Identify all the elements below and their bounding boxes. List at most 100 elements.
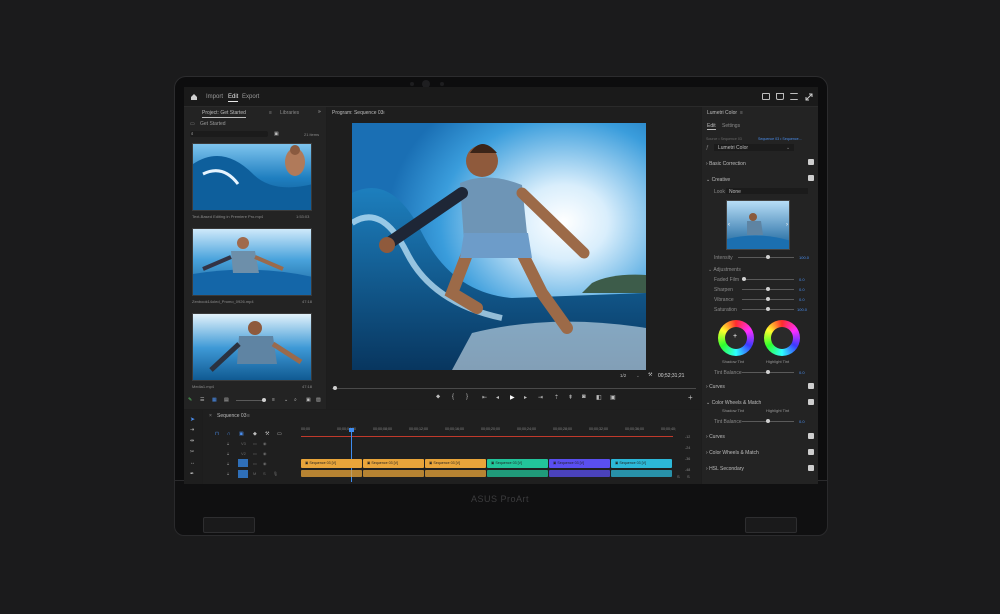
search-input[interactable] xyxy=(190,131,268,137)
program-scrubber[interactable] xyxy=(332,388,696,389)
mark-out-icon[interactable]: } xyxy=(466,394,468,400)
color-wheels-header-2[interactable]: › Color Wheels & Match xyxy=(706,450,759,456)
tab-project[interactable]: Project: Get Started xyxy=(202,110,246,118)
video-clip[interactable]: ▣ Sequence 03 [V] xyxy=(611,459,672,468)
sync-lock-icon[interactable]: ▭ xyxy=(253,451,257,456)
ripple-edit-icon[interactable]: ⇹ xyxy=(190,438,194,444)
mute-icon[interactable]: M xyxy=(253,471,256,476)
sequence-menu-icon[interactable]: ≡ xyxy=(247,413,250,419)
marker-icon[interactable]: ⬥ xyxy=(436,394,440,401)
expand-icon[interactable]: » xyxy=(318,109,321,115)
track-a1-target[interactable] xyxy=(238,470,248,478)
tab-project-menu-icon[interactable]: ≡ xyxy=(269,110,272,116)
video-clip[interactable]: ▣ Sequence 03 [V] xyxy=(487,459,548,468)
automate-icon[interactable]: ⌄ xyxy=(284,397,288,403)
lumetri-menu-icon[interactable]: ≡ xyxy=(740,110,743,116)
pen-icon[interactable]: ✎ xyxy=(188,397,192,403)
solo-icon[interactable]: S xyxy=(263,471,266,476)
basic-correction-checkbox[interactable] xyxy=(808,159,814,165)
color-wheels-checkbox-2[interactable] xyxy=(808,449,814,455)
tint-balance-value-2[interactable]: 0.0 xyxy=(799,419,805,424)
sharpen-value[interactable]: 0.0 xyxy=(799,287,805,292)
solo-meter-icon[interactable]: S xyxy=(687,474,690,479)
intensity-knob[interactable] xyxy=(766,255,770,259)
program-menu-icon[interactable]: ≡ xyxy=(382,110,385,116)
lift-icon[interactable]: ⇡ xyxy=(554,394,559,401)
sync-lock-icon[interactable]: ▭ xyxy=(253,441,257,446)
lock-icon[interactable]: 🔒︎ xyxy=(227,441,229,446)
solo-meter-icon[interactable]: S xyxy=(677,474,680,479)
selection-tool-icon[interactable]: ➤ xyxy=(190,416,195,423)
track-v3-target[interactable]: V3 xyxy=(241,441,246,446)
saturation-value[interactable]: 100.0 xyxy=(797,307,807,312)
eye-icon[interactable]: ◉ xyxy=(263,451,267,456)
nav-export[interactable]: Export xyxy=(242,94,259,100)
playhead-handle[interactable] xyxy=(349,428,354,432)
hsl-secondary-checkbox[interactable] xyxy=(808,465,814,471)
shadow-tint-wheel[interactable]: + xyxy=(718,320,754,356)
hsl-secondary-header[interactable]: › HSL Secondary xyxy=(706,466,744,472)
faded-film-value[interactable]: 0.0 xyxy=(799,277,805,282)
clip-thumbnail-1[interactable] xyxy=(192,143,312,211)
faded-film-knob[interactable] xyxy=(742,277,746,281)
lock-icon[interactable]: 🔒︎ xyxy=(227,471,229,476)
clip-thumbnail-2[interactable] xyxy=(192,228,312,296)
look-next-icon[interactable]: › xyxy=(786,222,788,228)
fullscreen-icon[interactable] xyxy=(805,93,813,101)
go-to-in-icon[interactable]: ⇤ xyxy=(482,394,487,401)
snap-icon[interactable]: ⊓ xyxy=(215,431,219,437)
pen-tool-icon[interactable]: ✒ xyxy=(190,471,194,477)
adjustments-header[interactable]: ⌄ Adjustments xyxy=(708,267,741,273)
lumetri-target[interactable]: Sequence 03 • Sequence... xyxy=(758,137,802,141)
share-icon[interactable] xyxy=(776,93,784,100)
creative-header[interactable]: ⌄ Creative xyxy=(706,177,730,183)
time-ruler[interactable]: 00;00 00;00;04;00 00;00;08;00 00;00;12;00 00… xyxy=(301,427,676,435)
video-clip[interactable]: ▣ Sequence 03 [V] xyxy=(549,459,610,468)
intensity-value[interactable]: 100.0 xyxy=(799,255,809,260)
sequence-tab[interactable]: Sequence 03 xyxy=(217,413,246,419)
sync-lock-icon[interactable]: ▭ xyxy=(253,461,257,466)
eye-icon[interactable]: ◉ xyxy=(263,461,267,466)
extract-icon[interactable]: ⇞ xyxy=(568,394,573,401)
nav-import[interactable]: Import xyxy=(206,94,223,100)
highlight-tint-wheel[interactable] xyxy=(764,320,800,356)
razor-icon[interactable]: ✂ xyxy=(190,449,194,455)
audio-clip[interactable] xyxy=(487,470,548,477)
program-video-frame[interactable] xyxy=(352,123,646,370)
linked-selection-icon[interactable]: ∩ xyxy=(227,431,231,437)
curves-header-2[interactable]: › Curves xyxy=(706,434,725,440)
color-wheels-header[interactable]: ⌄ Color Wheels & Match xyxy=(706,400,761,406)
curves-header[interactable]: › Curves xyxy=(706,384,725,390)
track-v2-target[interactable]: V2 xyxy=(241,451,246,456)
audio-clip[interactable] xyxy=(549,470,610,477)
icon-view-icon[interactable]: ▦ xyxy=(212,397,217,403)
eye-icon[interactable]: ◉ xyxy=(263,441,267,446)
tint-balance-knob[interactable] xyxy=(766,370,770,374)
audio-clip[interactable] xyxy=(301,470,362,477)
track-select-icon[interactable]: ⇥ xyxy=(190,427,194,433)
comparison-view-icon[interactable]: ◧ xyxy=(596,394,602,401)
vibrance-knob[interactable] xyxy=(766,297,770,301)
add-button-icon[interactable]: + xyxy=(688,393,693,402)
resolution-select[interactable]: 1/2 xyxy=(620,373,626,378)
audio-clip[interactable] xyxy=(363,470,424,477)
slip-tool-icon[interactable]: ↔ xyxy=(190,460,195,466)
video-clip[interactable]: ▣ Sequence 03 [V] xyxy=(301,459,362,468)
mark-in-icon[interactable]: { xyxy=(452,394,454,400)
vibrance-value[interactable]: 0.0 xyxy=(799,297,805,302)
freeform-view-icon[interactable]: ▤ xyxy=(224,397,229,403)
creative-checkbox[interactable] xyxy=(808,175,814,181)
work-area-bar[interactable] xyxy=(301,436,673,437)
sharpen-knob[interactable] xyxy=(766,287,770,291)
curves-checkbox[interactable] xyxy=(808,383,814,389)
mic-icon[interactable]: 🎙︎ xyxy=(273,471,278,476)
preset-dropdown-icon[interactable]: ⌄ xyxy=(786,145,790,151)
tint-balance-value[interactable]: 0.0 xyxy=(799,370,805,375)
video-clip[interactable]: ▣ Sequence 03 [V] xyxy=(425,459,486,468)
home-icon[interactable] xyxy=(190,93,198,101)
list-view-icon[interactable]: ☰ xyxy=(200,397,204,403)
basic-correction-header[interactable]: › Basic Correction xyxy=(706,161,746,167)
lock-icon[interactable]: 🔒︎ xyxy=(227,451,229,456)
captions-icon[interactable]: ▭ xyxy=(277,431,282,437)
play-icon[interactable]: ▶ xyxy=(510,394,515,401)
